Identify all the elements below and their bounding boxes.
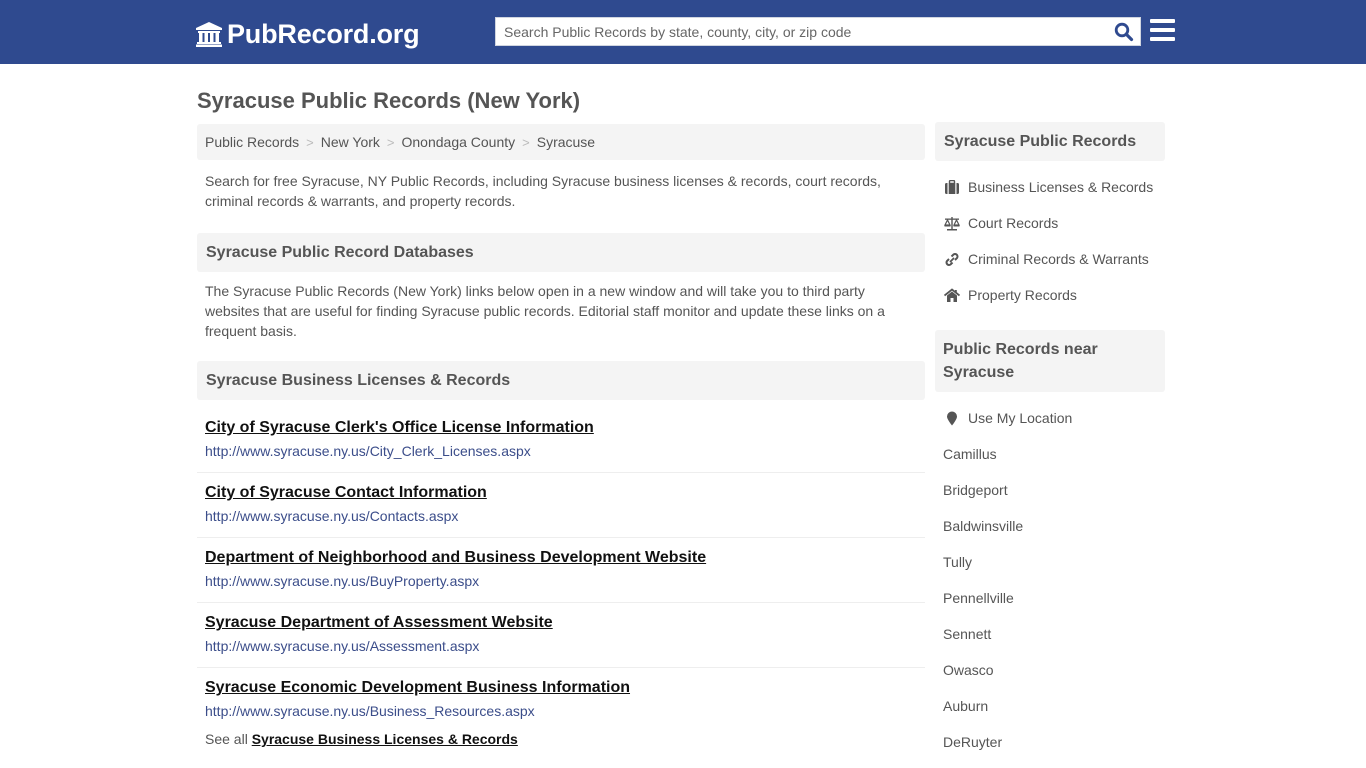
record-link-url: http://www.syracuse.ny.us/City_Clerk_Lic… — [205, 443, 531, 459]
see-all-prefix: See all — [205, 731, 248, 747]
record-link-title[interactable]: Syracuse Economic Development Business I… — [205, 677, 917, 699]
top-navigation-bar: PubRecord.org — [0, 0, 1366, 64]
intro-text: Search for free Syracuse, NY Public Reco… — [205, 173, 881, 209]
list-item: Syracuse Economic Development Business I… — [197, 668, 925, 733]
list-item: City of Syracuse Contact Information htt… — [197, 473, 925, 538]
logo-text: PubRecord.org — [227, 18, 420, 49]
sidebar-item-property[interactable]: Property Records — [943, 277, 1165, 313]
breadcrumb-onondaga-county[interactable]: Onondaga County — [402, 134, 516, 150]
search-input[interactable] — [496, 18, 1106, 45]
link-icon — [943, 251, 961, 267]
business-heading: Syracuse Business Licenses & Records — [197, 361, 925, 400]
nearby-place-link[interactable]: Sennett — [943, 626, 991, 642]
nearby-place-item[interactable]: Pennellville — [943, 580, 1165, 616]
databases-text: The Syracuse Public Records (New York) l… — [205, 283, 885, 339]
record-link-title[interactable]: Syracuse Department of Assessment Websit… — [205, 612, 917, 634]
sidebar-item-label[interactable]: Court Records — [968, 215, 1058, 231]
record-link-title[interactable]: City of Syracuse Clerk's Office License … — [205, 417, 917, 439]
breadcrumb-separator: > — [522, 134, 530, 150]
list-item: Syracuse Department of Assessment Websit… — [197, 603, 925, 668]
search-button[interactable] — [1112, 21, 1136, 43]
nearby-place-item[interactable]: Bridgeport — [943, 472, 1165, 508]
nearby-place-item[interactable]: DeRuyter — [943, 724, 1165, 760]
sidebar-records-heading: Syracuse Public Records — [935, 122, 1165, 161]
databases-heading: Syracuse Public Record Databases — [197, 233, 925, 272]
sidebar-item-criminal[interactable]: Criminal Records & Warrants — [943, 241, 1165, 277]
see-all-row: See all Syracuse Business Licenses & Rec… — [197, 731, 925, 747]
record-link-url: http://www.syracuse.ny.us/Contacts.aspx — [205, 508, 459, 524]
nearby-place-link[interactable]: Camillus — [943, 446, 997, 462]
record-link-title[interactable]: Department of Neighborhood and Business … — [205, 547, 917, 569]
nearby-place-item[interactable]: Baldwinsville — [943, 508, 1165, 544]
sidebar-item-court[interactable]: Court Records — [943, 205, 1165, 241]
home-icon — [943, 287, 961, 303]
breadcrumb-new-york[interactable]: New York — [321, 134, 380, 150]
main-content: Public Records > New York > Onondaga Cou… — [197, 124, 925, 747]
sidebar-records-list: Business Licenses & Records Court Record… — [935, 161, 1165, 313]
record-link-url: http://www.syracuse.ny.us/BuyProperty.as… — [205, 573, 480, 589]
nearby-place-item[interactable]: Sennett — [943, 616, 1165, 652]
nearby-place-link[interactable]: Tully — [943, 554, 972, 570]
menu-bar-icon — [1150, 19, 1175, 23]
nearby-place-link[interactable]: Baldwinsville — [943, 518, 1023, 534]
map-marker-icon — [943, 411, 961, 426]
breadcrumb-public-records[interactable]: Public Records — [205, 134, 299, 150]
site-logo[interactable]: PubRecord.org — [195, 17, 420, 51]
nearby-place-item[interactable]: Auburn — [943, 688, 1165, 724]
search-icon — [1114, 22, 1134, 42]
nearby-place-item[interactable]: Camillus — [943, 436, 1165, 472]
sidebar-item-label[interactable]: Property Records — [968, 287, 1077, 303]
breadcrumb: Public Records > New York > Onondaga Cou… — [197, 124, 925, 160]
sidebar-item-label[interactable]: Criminal Records & Warrants — [968, 251, 1149, 267]
list-item: City of Syracuse Clerk's Office License … — [197, 408, 925, 473]
balance-scale-icon — [943, 215, 961, 231]
sidebar-item-label[interactable]: Business Licenses & Records — [968, 179, 1153, 195]
use-my-location-button[interactable]: Use My Location — [943, 400, 1165, 436]
list-item: Department of Neighborhood and Business … — [197, 538, 925, 603]
nearby-places-list: Use My Location Camillus Bridgeport Bald… — [935, 392, 1165, 760]
business-link-list: City of Syracuse Clerk's Office License … — [197, 408, 925, 733]
menu-bar-icon — [1150, 37, 1175, 41]
record-link-title[interactable]: City of Syracuse Contact Information — [205, 482, 917, 504]
use-my-location-label[interactable]: Use My Location — [968, 410, 1072, 426]
breadcrumb-separator: > — [306, 134, 314, 150]
hamburger-menu-button[interactable] — [1150, 19, 1176, 43]
sidebar-near-heading: Public Records near Syracuse — [935, 330, 1165, 392]
nearby-place-item[interactable]: Owasco — [943, 652, 1165, 688]
sidebar-item-business[interactable]: Business Licenses & Records — [943, 169, 1165, 205]
breadcrumb-separator: > — [386, 134, 395, 150]
nearby-place-link[interactable]: Owasco — [943, 662, 994, 678]
briefcase-icon — [943, 179, 961, 195]
nearby-place-link[interactable]: DeRuyter — [943, 734, 1002, 750]
breadcrumb-syracuse: Syracuse — [536, 134, 596, 150]
record-link-url: http://www.syracuse.ny.us/Assessment.asp… — [205, 638, 480, 654]
record-link-url: http://www.syracuse.ny.us/Business_Resou… — [205, 703, 535, 719]
page-title: Syracuse Public Records (New York) — [197, 88, 581, 113]
nearby-place-link[interactable]: Bridgeport — [943, 482, 1008, 498]
see-all-business-link[interactable]: Syracuse Business Licenses & Records — [252, 731, 518, 747]
nearby-place-link[interactable]: Auburn — [943, 698, 988, 714]
courthouse-icon — [196, 22, 222, 47]
nearby-place-item[interactable]: Tully — [943, 544, 1165, 580]
nearby-place-link[interactable]: Pennellville — [943, 590, 1014, 606]
search-box — [495, 17, 1141, 46]
menu-bar-icon — [1150, 28, 1175, 32]
sidebar: Syracuse Public Records Business License… — [935, 122, 1165, 760]
